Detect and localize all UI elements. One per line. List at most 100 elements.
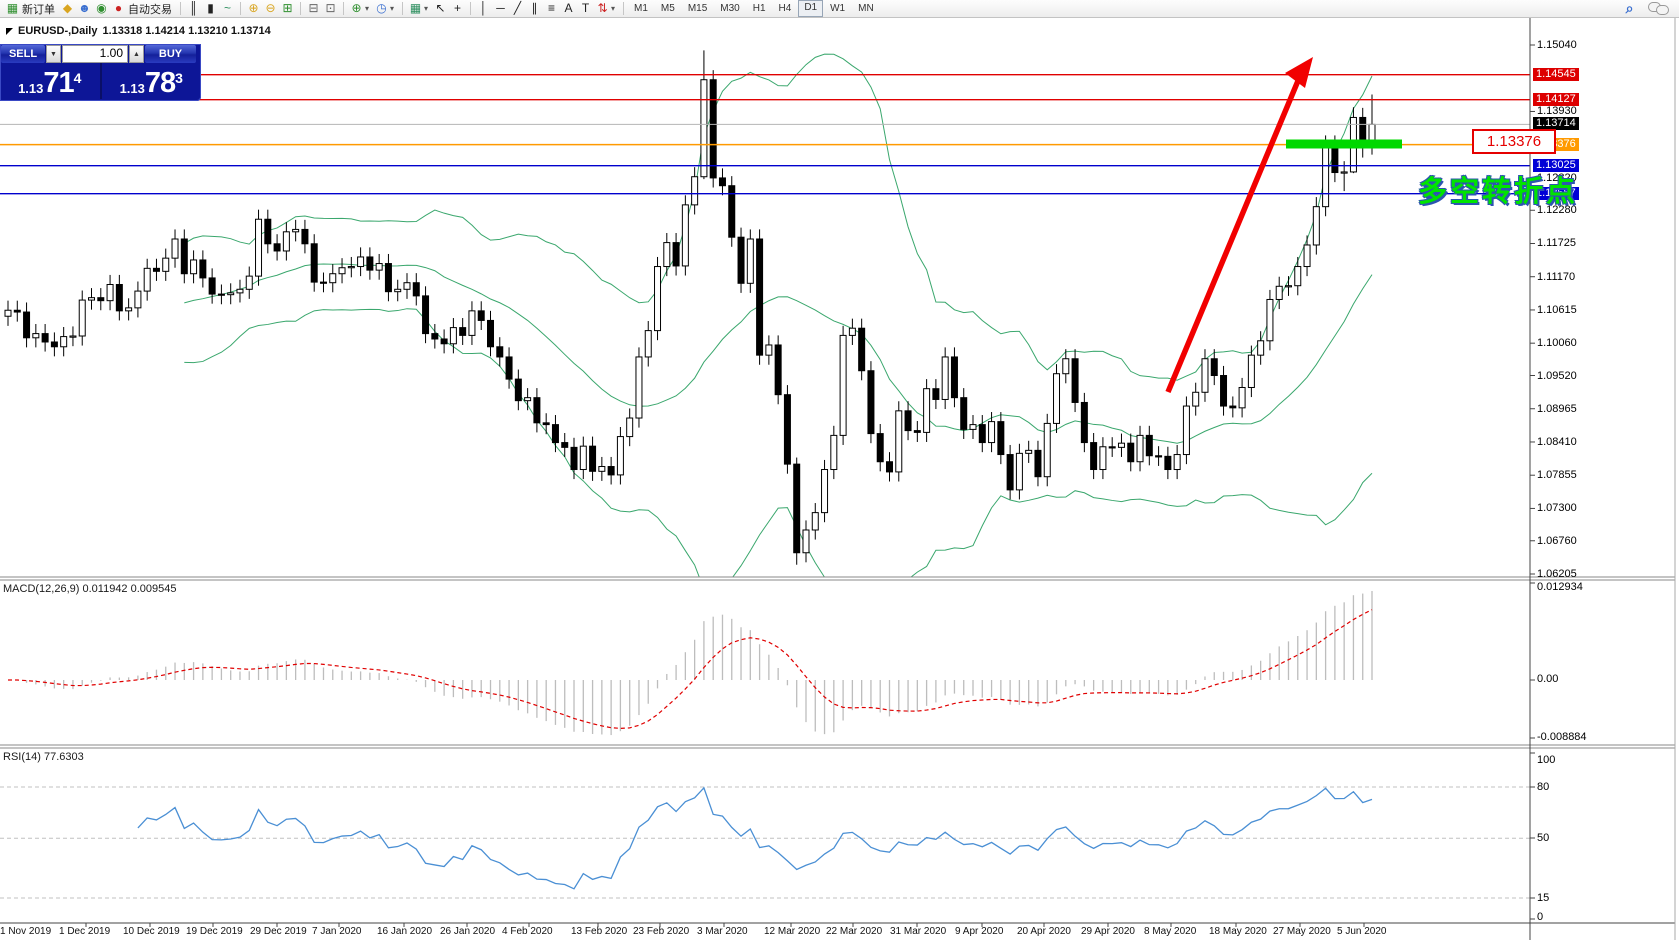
price-axis-label: 1.07855 bbox=[1537, 469, 1577, 481]
macd-axis-zero: 0.00 bbox=[1537, 673, 1558, 685]
new-chart-caret-icon[interactable]: ▾ bbox=[365, 4, 373, 13]
date-axis-label: 12 Mar 2020 bbox=[764, 926, 820, 937]
community-icon[interactable]: ☻ bbox=[76, 1, 93, 16]
date-axis-label: 16 Jan 2020 bbox=[377, 926, 432, 937]
buy-button[interactable]: BUY bbox=[145, 45, 196, 63]
rsi-name: RSI(14) bbox=[3, 751, 41, 763]
toolbar-separator bbox=[180, 2, 181, 15]
timeframe-d1[interactable]: D1 bbox=[798, 0, 823, 17]
date-axis-label: 29 Apr 2020 bbox=[1081, 926, 1135, 937]
rsi-axis-15: 15 bbox=[1537, 892, 1549, 904]
grid-arrange-icon[interactable]: ⊡ bbox=[322, 1, 339, 16]
timeframe-m30[interactable]: M30 bbox=[714, 1, 745, 16]
sell-price-display[interactable]: 1.13 71 4 bbox=[0, 63, 102, 99]
auto-arrange-icon[interactable]: ⊟ bbox=[305, 1, 322, 16]
price-axis-label: 1.11725 bbox=[1537, 237, 1576, 249]
new-order-label[interactable]: 新订单 bbox=[22, 1, 55, 17]
date-axis-label: 31 Mar 2020 bbox=[890, 926, 946, 937]
date-axis-label: 13 Feb 2020 bbox=[571, 926, 627, 937]
cursor-icon[interactable]: ↖ bbox=[432, 1, 449, 16]
timeframe-m1[interactable]: M1 bbox=[628, 1, 654, 16]
buy-price-display[interactable]: 1.13 78 3 bbox=[102, 63, 202, 99]
rsi-label: RSI(14) 77.6303 bbox=[3, 751, 84, 763]
chart-symbol-title: EURUSD-,Daily bbox=[18, 25, 97, 37]
date-axis-label: 20 Apr 2020 bbox=[1017, 926, 1071, 937]
price-axis-label: 1.11170 bbox=[1537, 271, 1575, 283]
price-axis-label: 1.09520 bbox=[1537, 370, 1577, 382]
buy-price-prefix: 1.13 bbox=[120, 82, 145, 96]
toolbar-separator bbox=[300, 2, 301, 15]
macd-label: MACD(12,26,9) 0.011942 0.009545 bbox=[3, 583, 177, 595]
arrows-tool-icon[interactable]: ⇅ bbox=[594, 1, 611, 16]
signals-icon[interactable]: ◉ bbox=[93, 1, 110, 16]
autotrading-icon[interactable]: ● bbox=[110, 1, 127, 16]
zoom-in-icon[interactable]: ⊕ bbox=[245, 1, 262, 16]
line-chart-icon[interactable]: ~ bbox=[219, 1, 236, 16]
object-arrow-icon bbox=[6, 28, 13, 35]
date-axis-label: 5 Jun 2020 bbox=[1337, 926, 1387, 937]
sell-price-big: 71 bbox=[43, 70, 73, 96]
zoom-out-icon[interactable]: ⊖ bbox=[262, 1, 279, 16]
date-axis-label: 19 Dec 2019 bbox=[186, 926, 243, 937]
timeframe-bar: M1M5M15M30H1H4D1W1MN bbox=[628, 0, 880, 17]
date-axis-label: 1 Dec 2019 bbox=[59, 926, 110, 937]
autotrading-label[interactable]: 自动交易 bbox=[128, 1, 172, 17]
gold-badge-icon[interactable]: ◆ bbox=[59, 1, 76, 16]
sell-button[interactable]: SELL bbox=[1, 45, 45, 63]
timeframe-w1[interactable]: W1 bbox=[824, 1, 851, 16]
price-axis-label: 1.07300 bbox=[1537, 502, 1577, 514]
price-axis-label: 1.14545 bbox=[1533, 68, 1579, 81]
fibonacci-icon[interactable]: ≡ bbox=[543, 1, 560, 16]
timeframe-m5[interactable]: M5 bbox=[655, 1, 681, 16]
toolbar-separator bbox=[470, 2, 471, 15]
timeframe-h1[interactable]: H1 bbox=[747, 1, 772, 16]
date-axis-label: 10 Dec 2019 bbox=[123, 926, 180, 937]
bars-chart-icon[interactable]: ║ bbox=[185, 1, 202, 16]
chat-icon[interactable] bbox=[1648, 2, 1669, 15]
vertical-line-icon[interactable]: │ bbox=[475, 1, 492, 16]
trendline-icon[interactable]: ╱ bbox=[509, 1, 526, 16]
toolbar-separator bbox=[623, 2, 624, 15]
text-label-icon[interactable]: T bbox=[577, 1, 594, 16]
price-axis-label: 1.15040 bbox=[1537, 39, 1577, 51]
volume-increase-button[interactable]: ▲ bbox=[129, 45, 144, 63]
date-axis-label: 7 Jan 2020 bbox=[312, 926, 362, 937]
crosshair-icon[interactable]: + bbox=[449, 1, 466, 16]
price-axis-label: 1.06205 bbox=[1537, 568, 1577, 580]
date-axis-label: 23 Feb 2020 bbox=[633, 926, 689, 937]
macd-axis-min: -0.008884 bbox=[1537, 731, 1587, 743]
toolbar-separator bbox=[240, 2, 241, 15]
timeframe-h4[interactable]: H4 bbox=[773, 1, 798, 16]
text-tool-icon[interactable]: A bbox=[560, 1, 577, 16]
candles-chart-icon[interactable]: ▮ bbox=[202, 1, 219, 16]
new-order-icon[interactable]: ▦ bbox=[4, 1, 21, 16]
timeframe-m15[interactable]: M15 bbox=[682, 1, 713, 16]
main-toolbar: ▦ 新订单 ◆ ☻ ◉ ● 自动交易 ║ ▮ ~ ⊕ ⊖ ⊞ ⊟ ⊡ ⊕ ▾ ◷… bbox=[0, 0, 1679, 18]
chart-template-caret-icon[interactable]: ▾ bbox=[424, 4, 432, 13]
price-chart-canvas[interactable] bbox=[0, 0, 1679, 940]
chart-ohlc-values: 1.13318 1.14214 1.13210 1.13714 bbox=[102, 25, 270, 37]
equidistant-channel-icon[interactable]: ∥ bbox=[526, 1, 543, 16]
horizontal-line-icon[interactable]: ─ bbox=[492, 1, 509, 16]
chart-template-icon[interactable]: ▦ bbox=[407, 1, 424, 16]
date-axis-label: 9 Apr 2020 bbox=[955, 926, 1003, 937]
period-icon[interactable]: ◷ bbox=[373, 1, 390, 16]
volume-input[interactable]: 1.00 bbox=[62, 45, 128, 63]
turning-point-note[interactable]: 多空转折点 bbox=[1418, 168, 1578, 210]
chart-header: EURUSD-,Daily 1.13318 1.14214 1.13210 1.… bbox=[6, 25, 271, 37]
tile-windows-icon[interactable]: ⊞ bbox=[279, 1, 296, 16]
macd-axis-max: 0.012934 bbox=[1537, 581, 1583, 593]
price-axis-label: 1.13930 bbox=[1537, 105, 1577, 117]
arrows-caret-icon[interactable]: ▾ bbox=[611, 4, 619, 13]
period-caret-icon[interactable]: ▾ bbox=[390, 4, 398, 13]
toolbar-separator bbox=[343, 2, 344, 15]
one-click-trading-panel: SELL ▼ 1.00 ▲ BUY 1.13 71 4 1.13 78 3 bbox=[0, 44, 201, 101]
buy-price-sup: 3 bbox=[175, 63, 183, 93]
date-axis-label: 26 Jan 2020 bbox=[440, 926, 495, 937]
price-callout[interactable]: 1.13376 bbox=[1472, 129, 1556, 154]
date-axis-label: 1 Nov 2019 bbox=[0, 926, 51, 937]
search-icon[interactable]: ⌕ bbox=[1621, 1, 1638, 16]
new-chart-icon[interactable]: ⊕ bbox=[348, 1, 365, 16]
volume-decrease-button[interactable]: ▼ bbox=[46, 45, 61, 63]
timeframe-mn[interactable]: MN bbox=[852, 1, 880, 16]
